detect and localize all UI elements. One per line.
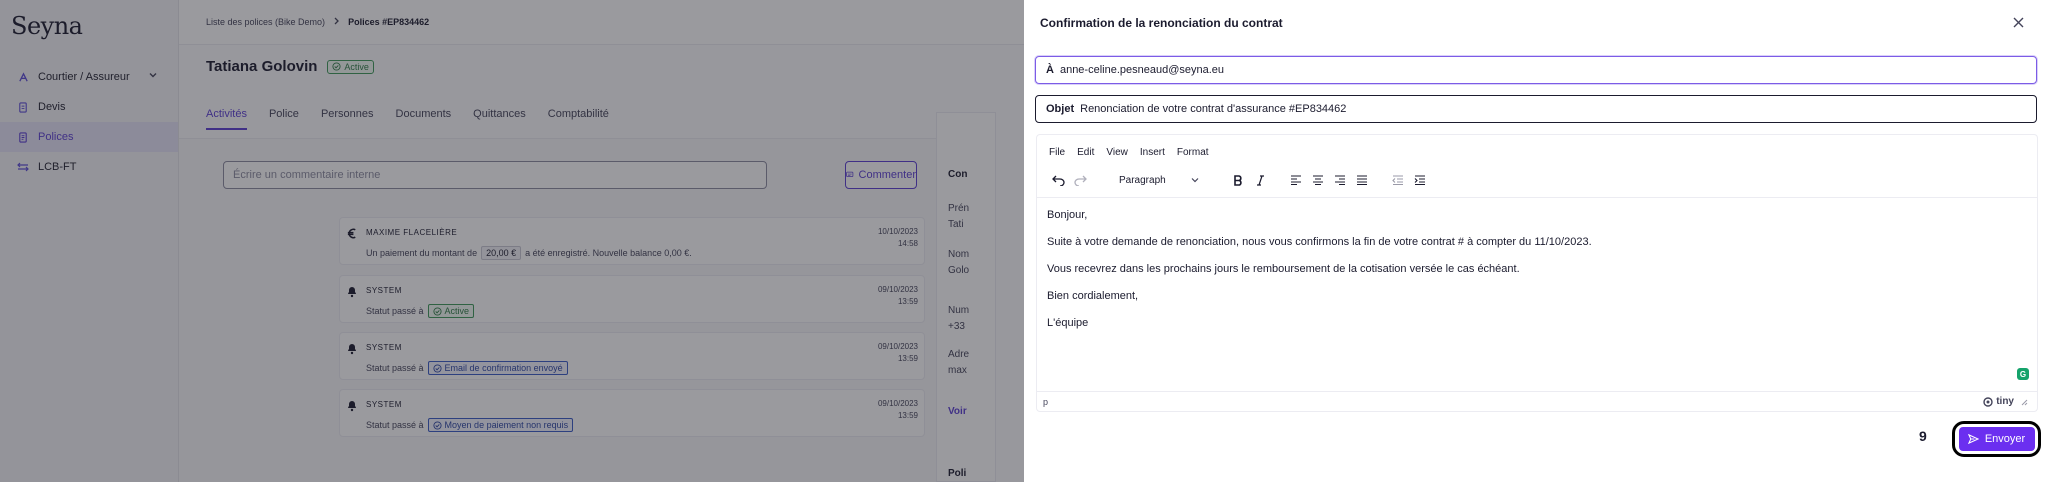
indent-icon[interactable] <box>1409 169 1431 191</box>
align-left-icon[interactable] <box>1285 169 1307 191</box>
grammarly-icon[interactable]: G <box>2017 368 2029 380</box>
editor-statusbar: p tiny <box>1037 391 2037 411</box>
chevron-down-icon <box>1191 178 1199 183</box>
body-paragraph: Suite à votre demande de renonciation, n… <box>1047 236 1592 248</box>
email-modal: Confirmation de la renonciation du contr… <box>1024 0 2048 482</box>
body-paragraph: Vous recevrez dans les prochains jours l… <box>1047 263 1520 275</box>
align-right-icon[interactable] <box>1329 169 1351 191</box>
outdent-icon[interactable] <box>1387 169 1409 191</box>
menu-file[interactable]: File <box>1049 147 1065 158</box>
send-button[interactable]: Envoyer <box>1958 427 2035 451</box>
send-icon <box>1967 434 1979 444</box>
menu-view[interactable]: View <box>1106 147 1128 158</box>
body-paragraph: L'équipe <box>1047 317 1089 329</box>
block-format-select[interactable]: Paragraph <box>1115 171 1203 189</box>
subject-field[interactable]: Objet Renonciation de votre contrat d'as… <box>1035 95 2037 123</box>
recipient-field[interactable]: À anne-celine.pesneaud@seyna.eu <box>1035 56 2037 84</box>
body-paragraph: Bien cordialement, <box>1047 290 1139 302</box>
email-body[interactable]: Bonjour, Suite à votre demande de renonc… <box>1047 209 1592 344</box>
bold-icon[interactable] <box>1227 169 1249 191</box>
editor-menubar: File Edit View Insert Format <box>1049 147 1221 158</box>
align-center-icon[interactable] <box>1307 169 1329 191</box>
subject-label: Objet <box>1046 103 1075 115</box>
element-path[interactable]: p <box>1043 397 1048 407</box>
modal-title: Confirmation de la renonciation du contr… <box>1040 16 1283 30</box>
rich-text-editor: File Edit View Insert Format Paragraph B… <box>1036 134 2038 412</box>
close-icon[interactable] <box>2010 14 2026 30</box>
menu-format[interactable]: Format <box>1177 147 1209 158</box>
menu-insert[interactable]: Insert <box>1140 147 1165 158</box>
recipient-label: À <box>1046 64 1054 76</box>
resize-handle-icon <box>2021 399 2028 405</box>
tiny-brand[interactable]: tiny <box>1983 396 2031 407</box>
italic-icon[interactable] <box>1249 169 1271 191</box>
send-button-label: Envoyer <box>1984 433 2026 445</box>
block-format-value: Paragraph <box>1119 174 1166 186</box>
tiny-logo-icon <box>1983 396 1993 407</box>
undo-icon[interactable] <box>1047 169 1069 191</box>
recipient-value: anne-celine.pesneaud@seyna.eu <box>1059 64 1225 76</box>
menu-edit[interactable]: Edit <box>1077 147 1094 158</box>
modal-backdrop[interactable] <box>0 0 1024 482</box>
step-indicator: 9 <box>1919 428 1927 444</box>
body-paragraph: Bonjour, <box>1047 209 1088 221</box>
redo-icon[interactable] <box>1069 169 1091 191</box>
align-justify-icon[interactable] <box>1351 169 1373 191</box>
subject-value: Renonciation de votre contrat d'assuranc… <box>1080 103 1347 115</box>
send-button-highlight: Envoyer <box>1952 421 2041 457</box>
editor-toolbar: Paragraph <box>1047 169 1431 191</box>
